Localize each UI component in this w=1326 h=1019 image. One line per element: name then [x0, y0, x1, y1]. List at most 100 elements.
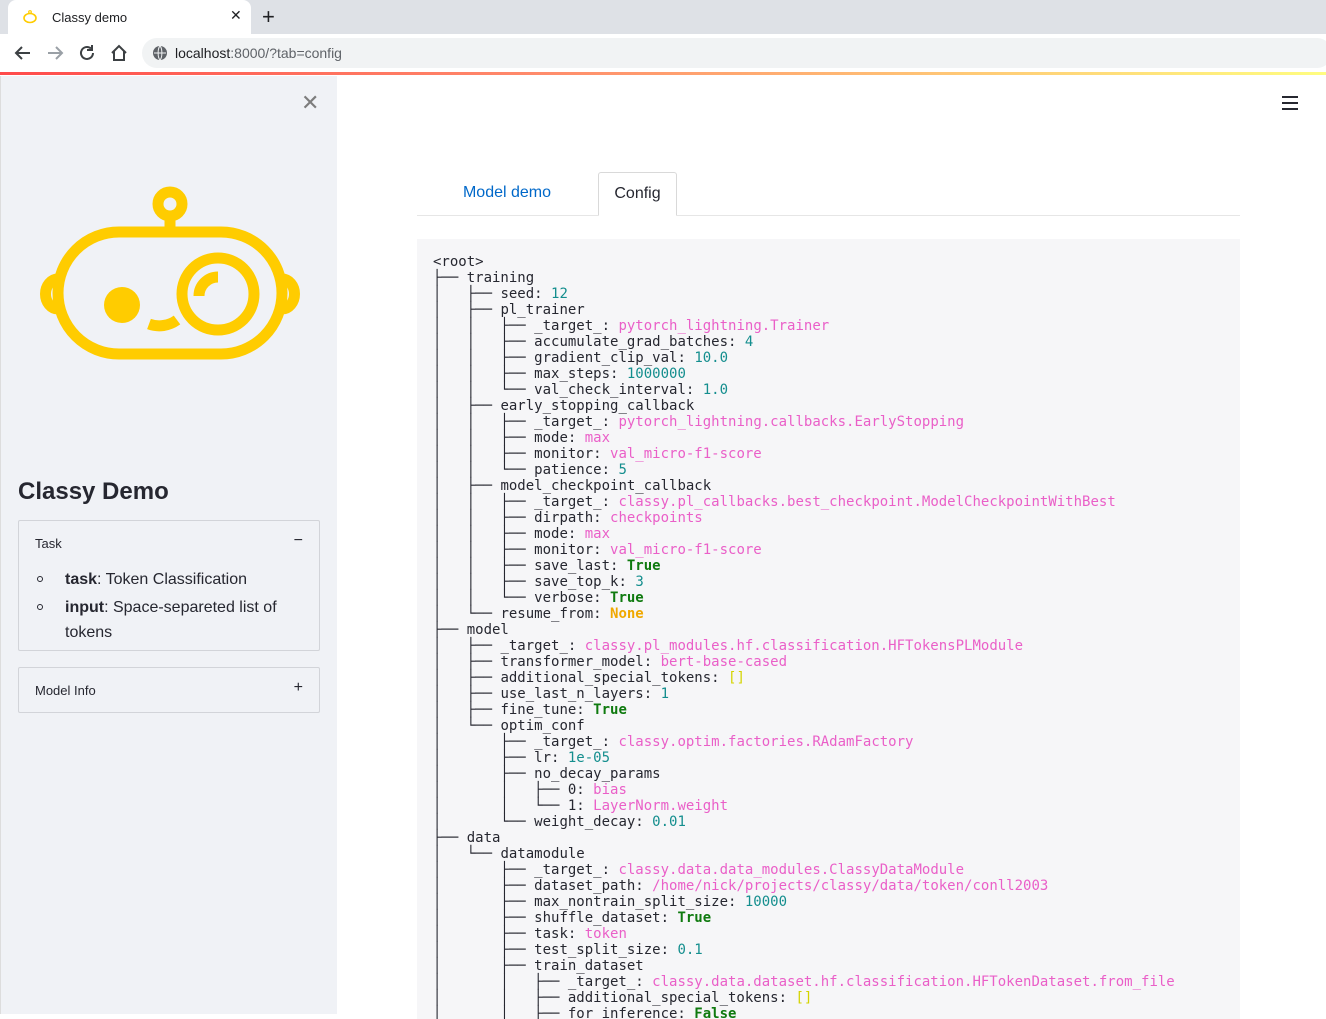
reload-icon[interactable]: [76, 42, 98, 64]
config-key: save_last:: [534, 558, 627, 574]
config-tree-line: │ ├── model_checkpoint_callback: [433, 478, 1175, 494]
config-value: 10000: [744, 894, 788, 910]
config-key: mode:: [534, 430, 585, 446]
config-tree-line: │ │ └── patience: 5: [433, 462, 1175, 478]
tree-branch: │ └──: [433, 814, 535, 830]
config-tree-line: │ │ ├── _target_: pytorch_lightning.Trai…: [433, 318, 1175, 334]
config-key: model: [466, 622, 509, 638]
config-value: 5: [618, 462, 627, 478]
config-key: early_stopping_callback: [500, 398, 695, 414]
hamburger-menu-icon[interactable]: [1282, 96, 1298, 110]
config-tree-line: │ ├── no_decay_params: [433, 766, 1175, 782]
close-tab-icon[interactable]: ✕: [230, 7, 242, 24]
config-tree-line: │ │ └── val_check_interval: 1.0: [433, 382, 1175, 398]
tree-branch: │ │ ├──: [433, 574, 535, 590]
config-tree-line: │ ├── pl_trainer: [433, 302, 1175, 318]
config-key: train_dataset: [534, 958, 644, 974]
config-key: <root>: [433, 254, 484, 270]
config-tree-line: │ └── resume_from: None: [433, 606, 1175, 622]
tree-branch: │ │ ├──: [433, 558, 535, 574]
config-key: _target_:: [534, 414, 619, 430]
tree-branch: │ └──: [433, 606, 501, 622]
new-tab-icon[interactable]: +: [262, 4, 275, 30]
input-key: input: [65, 599, 105, 616]
config-key: optim_conf: [500, 718, 585, 734]
config-tree-line: │ ├── dataset_path: /home/nick/projects/…: [433, 878, 1175, 894]
config-tree-line: │ │ ├── _target_: pytorch_lightning.call…: [433, 414, 1175, 430]
config-tree-line: │ ├── task: token: [433, 926, 1175, 942]
config-value: 1000000: [626, 366, 686, 382]
back-icon[interactable]: [12, 42, 34, 64]
config-value: []: [795, 990, 813, 1006]
tree-branch: │ ├──: [433, 302, 501, 318]
browser-tab[interactable]: Classy demo ✕: [8, 0, 251, 34]
config-tree-line: │ ├── max_nontrain_split_size: 10000: [433, 894, 1175, 910]
tree-branch: │ ├──: [433, 750, 535, 766]
config-tree-line: │ ├── seed: 12: [433, 286, 1175, 302]
config-key: dataset_path:: [534, 878, 653, 894]
config-tree-line: │ └── optim_conf: [433, 718, 1175, 734]
tab-config[interactable]: Config: [598, 172, 677, 216]
minus-icon[interactable]: −: [294, 532, 303, 550]
plus-icon[interactable]: +: [294, 679, 303, 697]
tree-branch: │ │ └──: [433, 462, 535, 478]
model-info-expander-header[interactable]: Model Info +: [19, 668, 319, 712]
config-tree-line: │ └── datamodule: [433, 846, 1175, 862]
tree-branch: │ │ ├──: [433, 430, 535, 446]
config-key: _target_:: [534, 862, 619, 878]
config-tree-line: │ ├── test_split_size: 0.1: [433, 942, 1175, 958]
tree-branch: │ ├──: [433, 734, 535, 750]
config-tree-line: │ ├── additional_special_tokens: []: [433, 670, 1175, 686]
config-key: for_inference:: [567, 1006, 695, 1019]
config-tree-line: │ ├── _target_: classy.pl_modules.hf.cla…: [433, 638, 1175, 654]
config-key: _target_:: [534, 734, 619, 750]
config-tree-line: <root>: [433, 254, 1175, 270]
tree-branch: │ ├──: [433, 670, 501, 686]
config-tree-line: │ ├── shuffle_dataset: True: [433, 910, 1175, 926]
config-value: []: [728, 670, 745, 686]
config-tree-line: │ │ ├── _target_: classy.pl_callbacks.be…: [433, 494, 1175, 510]
config-tree-line: │ │ ├── for_inference: False: [433, 1006, 1175, 1019]
task-expander-header[interactable]: Task −: [19, 521, 319, 565]
tree-branch: │ ├──: [433, 926, 535, 942]
tree-branch: │ ├──: [433, 942, 535, 958]
config-value: checkpoints: [610, 510, 703, 526]
config-value: classy.data.dataset.hf.classification.HF…: [652, 974, 1175, 990]
config-tree-line: │ │ ├── additional_special_tokens: []: [433, 990, 1175, 1006]
tree-branch: │ ├──: [433, 894, 535, 910]
config-key: _target_:: [534, 318, 619, 334]
config-key: training: [466, 270, 535, 286]
close-sidebar-icon[interactable]: ✕: [301, 90, 319, 116]
site-info-icon[interactable]: [152, 45, 168, 61]
forward-icon[interactable]: [44, 42, 66, 64]
config-key: patience:: [534, 462, 619, 478]
config-key: save_top_k:: [534, 574, 636, 590]
config-key: data: [466, 830, 501, 846]
config-key: dirpath:: [534, 510, 611, 526]
config-tree-line: │ │ ├── mode: max: [433, 430, 1175, 446]
config-key: accumulate_grad_batches:: [534, 334, 745, 350]
config-key: use_last_n_layers:: [500, 686, 661, 702]
address-bar[interactable]: localhost:8000/?tab=config: [142, 38, 1326, 68]
tab-model-demo[interactable]: Model demo: [439, 172, 575, 214]
tree-branch: │ │ ├──: [433, 542, 535, 558]
config-tree-line: │ │ ├── monitor: val_micro-f1-score: [433, 446, 1175, 462]
config-tree-line: │ ├── lr: 1e-05: [433, 750, 1175, 766]
tree-branch: │ │ ├──: [433, 494, 535, 510]
home-icon[interactable]: [108, 42, 130, 64]
config-key: val_check_interval:: [534, 382, 703, 398]
config-key: additional_special_tokens:: [567, 990, 796, 1006]
config-value: False: [694, 1006, 737, 1019]
tree-branch: │ │ ├──: [433, 414, 535, 430]
tree-branch: │ │ ├──: [433, 350, 535, 366]
config-value: True: [593, 702, 627, 718]
tree-branch: ├──: [433, 270, 467, 286]
config-key: max_nontrain_split_size:: [534, 894, 745, 910]
config-key: test_split_size:: [534, 942, 678, 958]
config-tree-line: │ ├── train_dataset: [433, 958, 1175, 974]
tree-branch: │ │ ├──: [433, 318, 535, 334]
config-value: bert-base-cased: [660, 654, 788, 670]
config-key: model_checkpoint_callback: [500, 478, 712, 494]
tree-branch: │ ├──: [433, 638, 501, 654]
app-header-decoration: [0, 72, 1326, 75]
